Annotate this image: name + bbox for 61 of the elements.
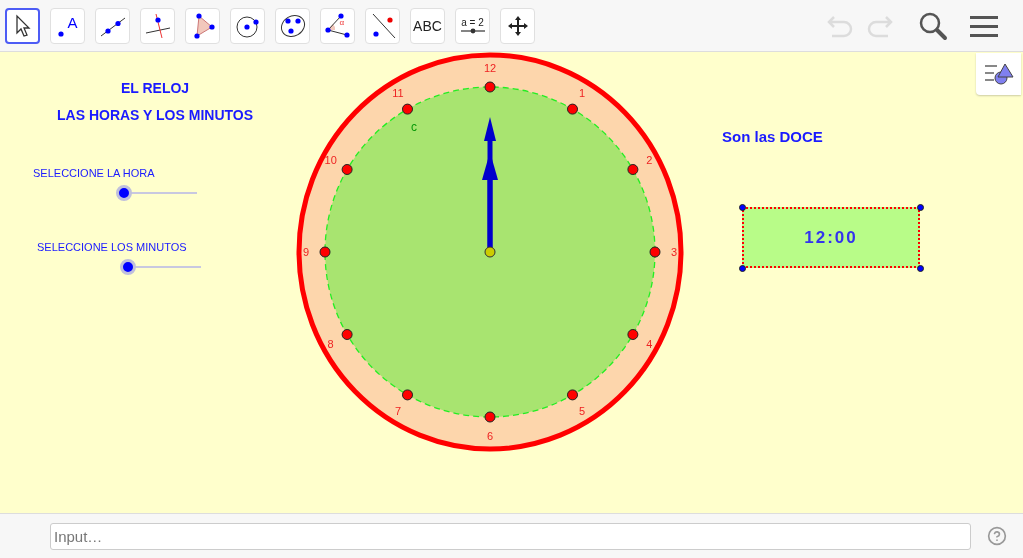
hour-point[interactable] xyxy=(627,164,639,175)
style-bar-button[interactable] xyxy=(976,53,1021,95)
tool-button[interactable]: A xyxy=(50,8,85,44)
hour-point[interactable] xyxy=(567,103,578,115)
search-icon xyxy=(918,10,948,41)
menu-icon xyxy=(970,13,998,38)
hour-label: 11 xyxy=(392,86,404,99)
tool-label: a = 2 xyxy=(461,18,484,28)
input-field[interactable]: Input… xyxy=(50,522,971,550)
tool-label: α xyxy=(339,19,345,27)
hour-label: 2 xyxy=(646,154,653,166)
tool-button[interactable]: α xyxy=(320,8,355,44)
hour-point[interactable] xyxy=(402,389,413,401)
corner-point[interactable] xyxy=(738,203,746,211)
circle-label: c xyxy=(411,120,417,134)
hour-label: 9 xyxy=(302,246,310,258)
slider-label: SELECCIONE LA HORA xyxy=(33,166,156,181)
tool-button[interactable] xyxy=(5,8,40,44)
hour-point[interactable] xyxy=(627,329,639,340)
angle-icon xyxy=(324,13,351,39)
hour-label: 4 xyxy=(646,338,653,350)
title-text: EL RELOJ xyxy=(120,79,190,98)
corner-point[interactable] xyxy=(916,203,924,211)
center-point[interactable] xyxy=(484,246,496,258)
slider-label: SELECCIONE LOS MINUTOS xyxy=(37,240,188,255)
time-text: 12:00 xyxy=(804,226,858,249)
title-text: LAS HORAS Y LOS MINUTOS xyxy=(57,106,254,125)
tool-button[interactable]: ABC xyxy=(410,8,445,44)
hour-label: 1 xyxy=(578,86,586,99)
point-icon xyxy=(57,29,66,38)
hour-label: 10 xyxy=(324,154,337,166)
move-arrows-icon xyxy=(506,15,529,37)
corner-point[interactable] xyxy=(738,264,746,272)
hour-point[interactable] xyxy=(341,329,353,340)
tool-label: A xyxy=(67,14,78,30)
slider-thumb[interactable] xyxy=(120,258,136,275)
hour-label: 12 xyxy=(483,62,497,74)
hour-point[interactable] xyxy=(319,246,331,258)
hour-label: 8 xyxy=(327,338,334,350)
hour-point[interactable] xyxy=(484,411,496,423)
tool-button[interactable]: a = 2 xyxy=(455,8,490,44)
help-icon[interactable] xyxy=(987,526,1007,546)
circle-icon xyxy=(234,13,261,39)
hour-label: 7 xyxy=(394,405,402,418)
slider-thumb[interactable] xyxy=(116,184,132,201)
hour-point[interactable] xyxy=(649,246,661,258)
hour-point[interactable] xyxy=(341,164,353,175)
tool-label: ABC xyxy=(413,16,442,36)
ellipse-icon xyxy=(278,13,307,39)
time-caption: Son las DOCE xyxy=(722,127,823,147)
hour-point[interactable] xyxy=(567,389,578,401)
perpendicular-lines-icon xyxy=(143,13,172,39)
hour-label: 3 xyxy=(670,246,678,258)
shapes-icon xyxy=(982,61,1015,87)
graphics-canvas[interactable]: EL RELOJ LAS HORAS Y LOS MINUTOS SELECCIONE LA HORA SELECCIONE LOS MINUTOS c 12 1 2 3 4 5 6 7 8 9 10 11 Son las DOCE 12:00 xyxy=(0,52,1023,513)
hour-label: 6 xyxy=(486,430,494,442)
slider-icon xyxy=(459,28,486,34)
corner-point[interactable] xyxy=(916,264,924,272)
hour-label: 5 xyxy=(578,405,586,418)
hour-point[interactable] xyxy=(484,81,496,93)
hour-point[interactable] xyxy=(402,103,413,115)
